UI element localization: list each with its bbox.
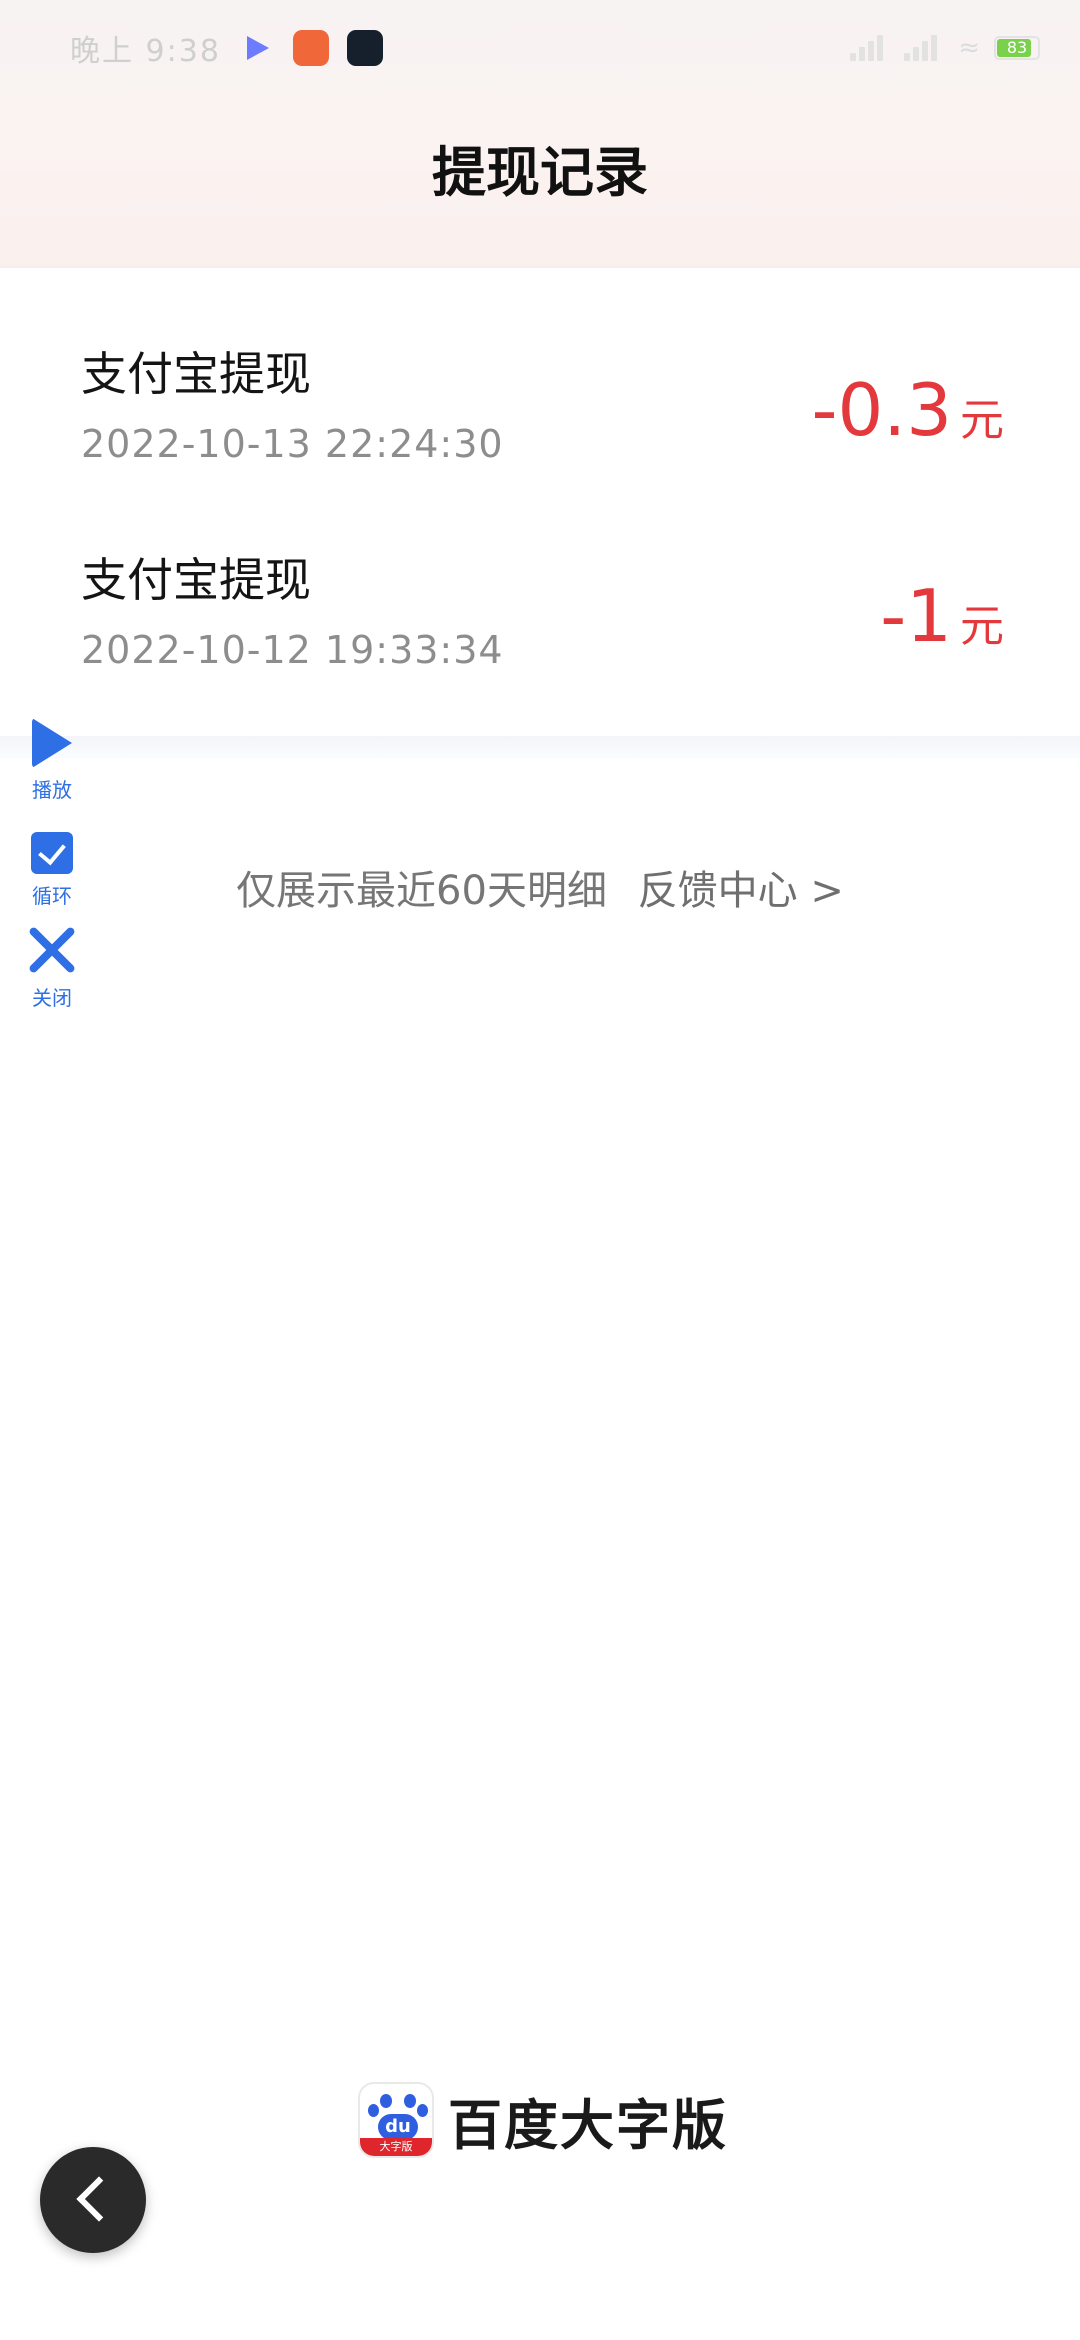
page-title: 提现记录 (432, 141, 648, 204)
checkbox-icon (31, 832, 73, 874)
video-play-icon (239, 30, 275, 66)
close-control[interactable]: 关闭 (20, 924, 84, 1011)
record-title: 支付宝提现 (81, 553, 311, 607)
record-title: 支付宝提现 (81, 347, 311, 401)
record-time: 2022-10-13 22:24:30 (81, 422, 504, 466)
brand-name: 百度大字版 (448, 2093, 728, 2157)
brand: du 大字版 百度大字版 (358, 2080, 728, 2160)
amount-value: -1 (880, 574, 952, 658)
play-control[interactable]: 播放 (20, 718, 84, 803)
signal-icon-2 (904, 35, 944, 61)
withdrawal-records-list: 支付宝提现 2022-10-13 22:24:30 -0.3 元 支付宝提现 2… (0, 270, 1080, 736)
amount-unit: 元 (960, 395, 1004, 446)
close-label: 关闭 (32, 986, 72, 1010)
close-icon (26, 924, 78, 976)
list-item[interactable]: 支付宝提现 2022-10-13 22:24:30 -0.3 元 (0, 270, 1080, 476)
status-time: 晚上 9:38 (70, 34, 221, 69)
logo-du-text: du (378, 2114, 418, 2140)
footer-note: 仅展示最近60天明细 反馈中心 > (0, 858, 1080, 916)
back-button[interactable] (40, 2147, 146, 2253)
record-amount: -0.3 元 (812, 374, 1004, 448)
loop-control[interactable]: 循环 (20, 832, 84, 909)
amount-value: -0.3 (811, 368, 952, 452)
record-time: 2022-10-12 19:33:34 (81, 628, 504, 672)
status-bar: 晚上 9:38 ≈ 83 (0, 0, 1080, 96)
amount-unit: 元 (960, 601, 1004, 652)
feedback-center-link[interactable]: 反馈中心 > (638, 868, 844, 914)
play-label: 播放 (32, 778, 72, 802)
record-amount: -1 元 (880, 580, 1004, 654)
divider (0, 736, 1080, 758)
signal-icon (850, 35, 890, 61)
chevron-left-icon (76, 2176, 122, 2222)
wifi-icon: ≈ (958, 33, 980, 63)
dark-app-icon (346, 30, 383, 66)
loop-label: 循环 (32, 884, 72, 908)
orange-app-icon (292, 30, 329, 66)
history-limit-note: 仅展示最近60天明细 (236, 868, 607, 914)
play-icon (32, 718, 72, 768)
battery-icon: 83 (994, 36, 1040, 60)
list-item[interactable]: 支付宝提现 2022-10-12 19:33:34 -1 元 (0, 476, 1080, 682)
header: 晚上 9:38 ≈ 83 提现记录 (0, 0, 1080, 268)
logo-band-text: 大字版 (360, 2138, 432, 2156)
baidu-logo-icon: du 大字版 (358, 2082, 434, 2158)
